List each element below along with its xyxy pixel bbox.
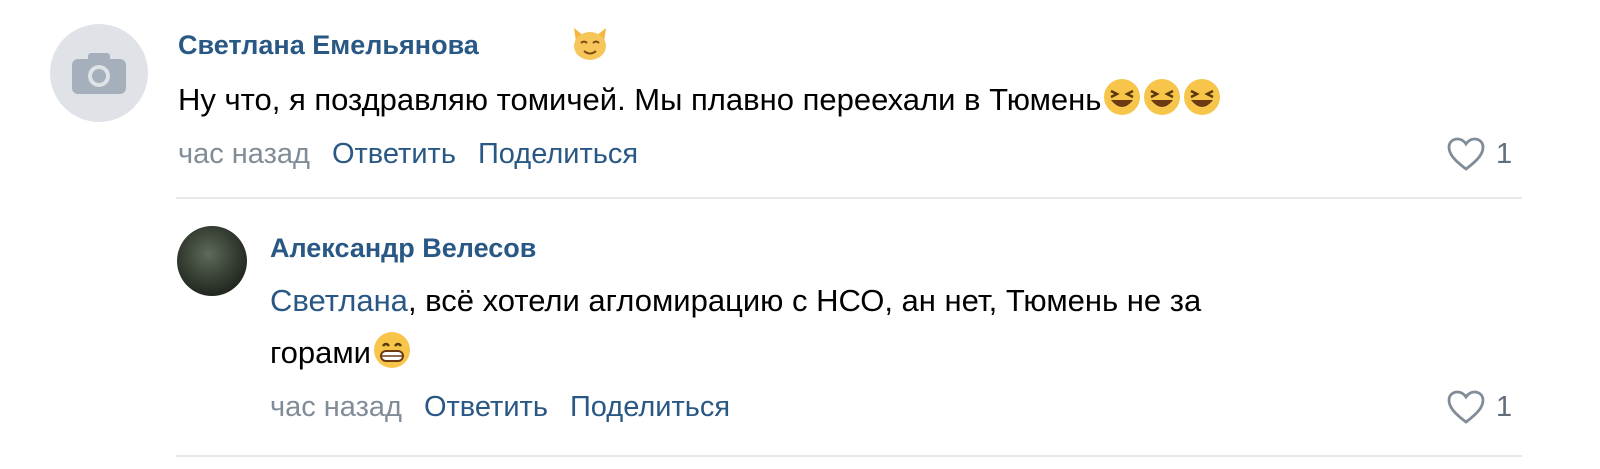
comment-time[interactable]: час назад [178,138,310,170]
comment-meta: час назад Ответить Поделиться [270,391,730,424]
divider [176,197,1522,199]
laughing-emoji-icon [1104,79,1141,115]
comment-text: Ну что, я поздравляю томичей. Мы плавно … [178,73,1221,127]
divider [176,455,1522,457]
heart-icon [1447,137,1485,171]
mention-link[interactable]: Светлана [270,283,408,318]
like-count: 1 [1496,390,1513,423]
reply-button[interactable]: Ответить [332,138,456,170]
reply-button[interactable]: Ответить [424,391,548,423]
camera-icon [72,53,126,94]
comment-text-line2: горами [270,335,371,370]
comment-text-continued: горами [270,326,411,380]
comment-text-content: Ну что, я поздравляю томичей. Мы плавно … [178,82,1102,117]
comment-meta: час назад Ответить Поделиться [178,138,638,171]
like-button[interactable]: 1 [1446,389,1512,425]
grinning-emoji-icon [373,332,410,368]
comment-text-line1: , всё хотели агломирацию с НСО, ан нет, … [407,283,1202,318]
laughing-emoji-icon [1184,79,1221,115]
share-button[interactable]: Поделиться [570,391,730,423]
comment-text: Светлана, всё хотели агломирацию с НСО, … [270,274,1201,328]
comment-time[interactable]: час назад [270,391,402,423]
comment-author[interactable]: Александр Велесов [270,233,536,264]
like-count: 1 [1496,137,1513,170]
cat-emoji-icon [574,28,606,60]
heart-icon [1447,390,1485,424]
avatar[interactable] [50,24,148,122]
comment-author[interactable]: Светлана Емельянова [178,30,479,61]
laughing-emoji-icon [1144,79,1181,115]
share-button[interactable]: Поделиться [478,138,638,170]
avatar[interactable] [177,226,247,296]
like-button[interactable]: 1 [1446,136,1512,172]
